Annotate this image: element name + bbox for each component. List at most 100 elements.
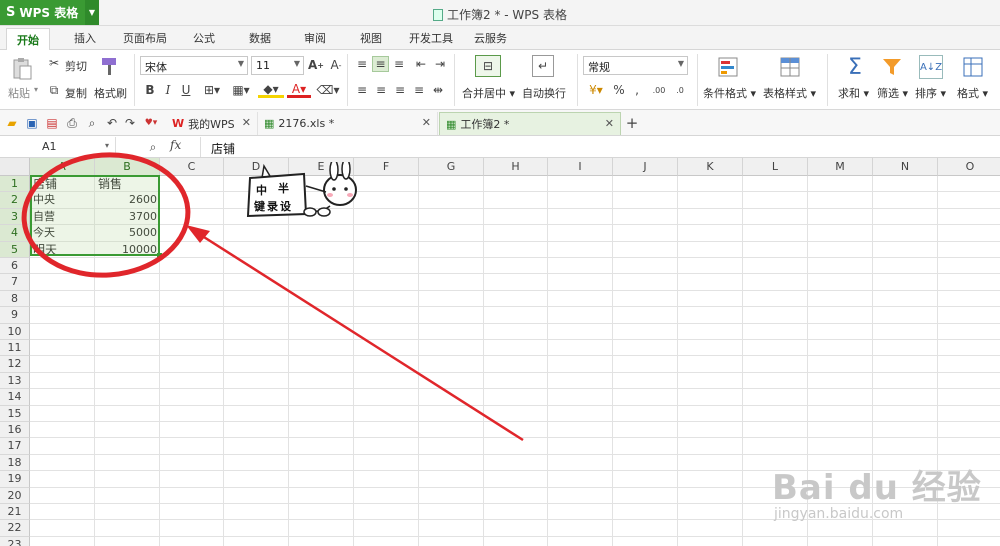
column-header-j[interactable]: J (613, 158, 678, 176)
increase-decimal-icon[interactable]: .00 (650, 81, 668, 99)
row-header-19[interactable]: 19 (0, 471, 30, 488)
format-button[interactable]: 格式 ▾ (957, 85, 988, 101)
font-size-select[interactable]: 11 ▼ (251, 56, 304, 75)
tab-insert[interactable]: 插入 (74, 30, 96, 46)
underline-icon[interactable]: U (179, 82, 193, 98)
row-header-4[interactable]: 4 (0, 225, 30, 242)
doc-tab-workbook2[interactable]: ▦ 工作簿2 * ✕ (439, 112, 621, 135)
export-pdf-icon[interactable]: ▤ (44, 115, 60, 131)
column-header-o[interactable]: O (938, 158, 1000, 176)
increase-font-icon[interactable]: A + (308, 56, 324, 74)
name-box[interactable]: A1 ▾ (0, 137, 116, 157)
column-header-a[interactable]: A (30, 158, 95, 176)
conditional-format-button[interactable]: 条件格式 ▾ (703, 85, 756, 101)
table-style-button[interactable]: 表格样式 ▾ (763, 85, 816, 101)
decrease-font-icon[interactable]: A- (328, 56, 344, 74)
column-header-h[interactable]: H (484, 158, 548, 176)
column-header-m[interactable]: M (808, 158, 873, 176)
column-header-n[interactable]: N (873, 158, 938, 176)
cut-button[interactable]: 剪切 (65, 58, 87, 74)
open-folder-icon[interactable]: ▰ (4, 115, 20, 131)
tab-view[interactable]: 视图 (360, 30, 382, 46)
sort-button[interactable]: 排序 ▾ (915, 85, 946, 101)
row-header-23[interactable]: 23 (0, 536, 30, 546)
select-all-corner[interactable] (0, 158, 30, 176)
align-bottom-icon[interactable]: ≡ (391, 56, 407, 72)
bold-icon[interactable]: B (143, 82, 157, 98)
formula-input[interactable]: 店铺 (200, 137, 1000, 157)
row-header-13[interactable]: 13 (0, 372, 30, 390)
column-header-i[interactable]: I (548, 158, 613, 176)
column-header-g[interactable]: G (419, 158, 484, 176)
fx-button[interactable]: fx (170, 138, 181, 152)
chevron-down-icon[interactable]: ▾ (34, 85, 38, 94)
row-header-18[interactable]: 18 (0, 454, 30, 472)
row-header-17[interactable]: 17 (0, 438, 30, 455)
chevron-down-icon[interactable]: ▾ (105, 141, 109, 150)
currency-icon[interactable]: ¥▾ (584, 81, 608, 99)
indent-increase-icon[interactable]: ⇥ (432, 56, 448, 72)
tab-developer[interactable]: 开发工具 (409, 30, 453, 46)
tab-home[interactable]: 开始 (6, 28, 50, 50)
distribute-icon[interactable]: ⇹ (430, 82, 446, 98)
copy-button[interactable]: 复制 (65, 85, 87, 101)
row-header-9[interactable]: 9 (0, 307, 30, 324)
row-header-12[interactable]: 12 (0, 356, 30, 373)
font-color-icon[interactable]: A▾ (287, 82, 311, 98)
row-header-8[interactable]: 8 (0, 290, 30, 308)
tab-data[interactable]: 数据 (249, 30, 271, 46)
clear-format-icon[interactable]: ⌫▾ (316, 82, 340, 98)
row-header-10[interactable]: 10 (0, 323, 30, 340)
row-header-15[interactable]: 15 (0, 405, 30, 422)
italic-icon[interactable]: I (161, 82, 175, 98)
align-left-icon[interactable]: ≡ (354, 82, 370, 98)
merge-center-button[interactable]: 合并居中 ▾ (462, 85, 515, 101)
wrap-text-button[interactable]: 自动换行 (522, 85, 566, 101)
close-icon[interactable]: ✕ (422, 116, 431, 129)
row-header-5[interactable]: 5 (0, 241, 30, 258)
sum-button[interactable]: 求和 ▾ (838, 85, 869, 101)
tab-cloud[interactable]: 云服务 (474, 30, 507, 46)
indent-decrease-icon[interactable]: ⇤ (413, 56, 429, 72)
save-icon[interactable]: ▣ (24, 115, 40, 131)
format-painter-button[interactable]: 格式刷 (94, 85, 127, 101)
row-header-6[interactable]: 6 (0, 258, 30, 275)
thousands-icon[interactable]: , (630, 81, 644, 99)
row-header-2[interactable]: 2 (0, 192, 30, 209)
row-header-3[interactable]: 3 (0, 208, 30, 226)
border-icon[interactable]: ⊞▾ (199, 82, 225, 98)
tab-page-layout[interactable]: 页面布局 (123, 30, 167, 46)
column-header-k[interactable]: K (678, 158, 743, 176)
column-header-l[interactable]: L (743, 158, 808, 176)
align-right-icon[interactable]: ≡ (392, 82, 408, 98)
row-header-20[interactable]: 20 (0, 487, 30, 504)
row-header-21[interactable]: 21 (0, 504, 30, 521)
number-format-select[interactable]: 常规 ▼ (583, 56, 688, 75)
paste-button[interactable]: 粘贴 (8, 85, 30, 101)
fill-color-icon[interactable]: ◆▾ (258, 82, 284, 98)
redo-icon[interactable]: ↷ (122, 115, 138, 131)
row-header-16[interactable]: 16 (0, 422, 30, 439)
customize-icon[interactable]: ♥▾ (144, 115, 158, 131)
align-middle-icon[interactable]: ≡ (372, 56, 389, 72)
new-tab-icon[interactable]: + (624, 114, 640, 132)
column-header-f[interactable]: F (354, 158, 419, 176)
close-icon[interactable]: ✕ (242, 116, 251, 129)
zoom-icon[interactable]: ⌕ (146, 139, 160, 155)
percent-icon[interactable]: % (612, 81, 626, 99)
column-header-c[interactable]: C (160, 158, 224, 176)
bunny-sticker-image[interactable]: 中 半 键录设 (244, 158, 360, 218)
align-top-icon[interactable]: ≡ (354, 56, 370, 72)
align-center-icon[interactable]: ≡ (373, 82, 389, 98)
fill-handle[interactable] (157, 253, 162, 258)
doc-tab-mywps[interactable]: W 我的WPS ✕ (166, 112, 258, 135)
font-name-select[interactable]: 宋体 ▼ (140, 56, 248, 75)
decrease-decimal-icon[interactable]: .0 (671, 81, 689, 99)
filter-button[interactable]: 筛选 ▾ (877, 85, 908, 101)
undo-icon[interactable]: ↶ (104, 115, 120, 131)
row-header-22[interactable]: 22 (0, 520, 30, 537)
row-header-14[interactable]: 14 (0, 389, 30, 406)
print-icon[interactable]: ⎙ (64, 115, 80, 131)
column-header-b[interactable]: B (95, 158, 160, 176)
cell-style-icon[interactable]: ▦▾ (228, 82, 254, 98)
